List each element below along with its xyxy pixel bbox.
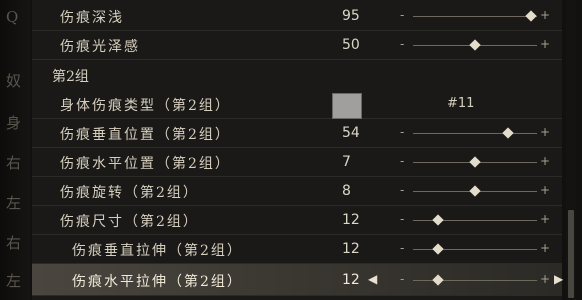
setting-row-scar-gloss[interactable]: 伤痕光泽感 50 - + <box>32 31 562 60</box>
setting-label: 伤痕水平拉伸（第2组） <box>72 274 243 290</box>
setting-label: 伤痕光泽感 <box>60 39 140 55</box>
setting-row-scar-vertical-stretch[interactable]: 伤痕垂直拉伸（第2组） 12 - + <box>32 235 562 264</box>
setting-label: 伤痕尺寸（第2组） <box>60 214 199 230</box>
slider-knob[interactable] <box>525 10 537 22</box>
setting-row-scar-vertical-position[interactable]: 伤痕垂直位置（第2组） 54 - + <box>32 119 562 148</box>
color-hex-value: #11 <box>447 96 475 111</box>
slider-minus-icon[interactable]: - <box>400 241 404 255</box>
setting-label: 伤痕旋转（第2组） <box>60 185 199 201</box>
slider-plus-icon[interactable]: + <box>540 212 550 226</box>
group-2-header: 第2组 <box>52 69 89 85</box>
slider-knob[interactable] <box>469 156 481 168</box>
setting-row-scar-size[interactable]: 伤痕尺寸（第2组） 12 - + <box>32 206 562 235</box>
slider-plus-icon[interactable]: + <box>540 272 550 286</box>
slider-plus-icon[interactable]: + <box>540 183 550 197</box>
slider-knob[interactable] <box>502 127 515 139</box>
setting-value: 7 <box>342 154 351 170</box>
side-glyph: Q <box>6 8 19 26</box>
setting-label: 伤痕垂直拉伸（第2组） <box>72 243 243 259</box>
side-glyph: 身 <box>6 114 22 132</box>
setting-label: 身体伤痕类型（第2组） <box>60 98 231 114</box>
setting-slider[interactable]: - + <box>400 212 550 229</box>
slider-plus-icon[interactable]: + <box>540 8 550 22</box>
left-edge-strip: Q 奴 身 右 左 右 左 <box>0 0 30 300</box>
setting-value: 50 <box>342 37 360 53</box>
side-glyph: 左 <box>6 272 22 290</box>
slider-knob[interactable] <box>432 243 444 255</box>
setting-slider[interactable]: - + <box>400 241 550 258</box>
slider-minus-icon[interactable]: - <box>400 8 404 22</box>
slider-track <box>413 16 537 17</box>
setting-slider[interactable]: - + <box>400 154 550 171</box>
slider-knob[interactable] <box>469 185 481 197</box>
setting-row-scar-depth[interactable]: 伤痕深浅 95 - + <box>32 2 562 31</box>
setting-slider[interactable]: - + <box>400 37 550 54</box>
setting-value: 12 <box>342 212 360 228</box>
slider-minus-icon[interactable]: - <box>400 125 404 139</box>
slider-minus-icon[interactable]: - <box>400 37 404 51</box>
setting-label: 伤痕水平位置（第2组） <box>60 156 231 172</box>
side-glyph: 左 <box>6 194 22 212</box>
setting-value: 8 <box>342 183 351 199</box>
setting-value: 95 <box>342 8 360 24</box>
slider-plus-icon[interactable]: + <box>540 125 550 139</box>
side-glyph: 右 <box>6 154 22 172</box>
slider-plus-icon[interactable]: + <box>540 241 550 255</box>
settings-panel: 伤痕深浅 95 - + 伤痕光泽感 50 - + 第2组 身体伤痕类型（第2组）… <box>32 0 563 300</box>
setting-value: 54 <box>342 125 360 141</box>
slider-plus-icon[interactable]: + <box>540 154 550 168</box>
setting-label: 伤痕深浅 <box>60 10 124 26</box>
scrollbar[interactable] <box>566 0 576 300</box>
slider-plus-icon[interactable]: + <box>540 37 550 51</box>
slider-minus-icon[interactable]: - <box>400 183 404 197</box>
slider-knob[interactable] <box>469 39 481 51</box>
setting-row-body-scar-type[interactable]: 身体伤痕类型（第2组） #11 <box>32 90 562 119</box>
setting-row-scar-rotation[interactable]: 伤痕旋转（第2组） 8 - + <box>32 177 562 206</box>
setting-slider[interactable]: - + <box>400 8 550 25</box>
setting-value: 12 <box>342 241 360 257</box>
slider-minus-icon[interactable]: - <box>400 154 404 168</box>
arrow-left-icon[interactable]: ◀ <box>368 272 377 286</box>
side-glyph: 奴 <box>6 72 22 90</box>
scrollbar-thumb[interactable] <box>568 210 574 298</box>
side-glyph: 右 <box>6 234 22 252</box>
slider-minus-icon[interactable]: - <box>400 212 404 226</box>
slider-minus-icon[interactable]: - <box>400 272 404 286</box>
setting-row-scar-horizontal-position[interactable]: 伤痕水平位置（第2组） 7 - + <box>32 148 562 177</box>
setting-label: 伤痕垂直位置（第2组） <box>60 127 231 143</box>
color-swatch[interactable] <box>332 93 362 119</box>
setting-slider[interactable]: - + <box>400 125 550 142</box>
slider-knob[interactable] <box>432 274 444 286</box>
setting-value: 12 <box>342 272 360 288</box>
setting-slider[interactable]: - + <box>400 272 550 289</box>
setting-slider[interactable]: - + <box>400 183 550 200</box>
slider-knob[interactable] <box>432 214 444 226</box>
setting-row-scar-horizontal-stretch[interactable]: 伤痕水平拉伸（第2组） 12 ◀ - + ▶ <box>32 264 563 296</box>
slider-track <box>413 133 537 134</box>
arrow-right-icon[interactable]: ▶ <box>554 272 563 286</box>
